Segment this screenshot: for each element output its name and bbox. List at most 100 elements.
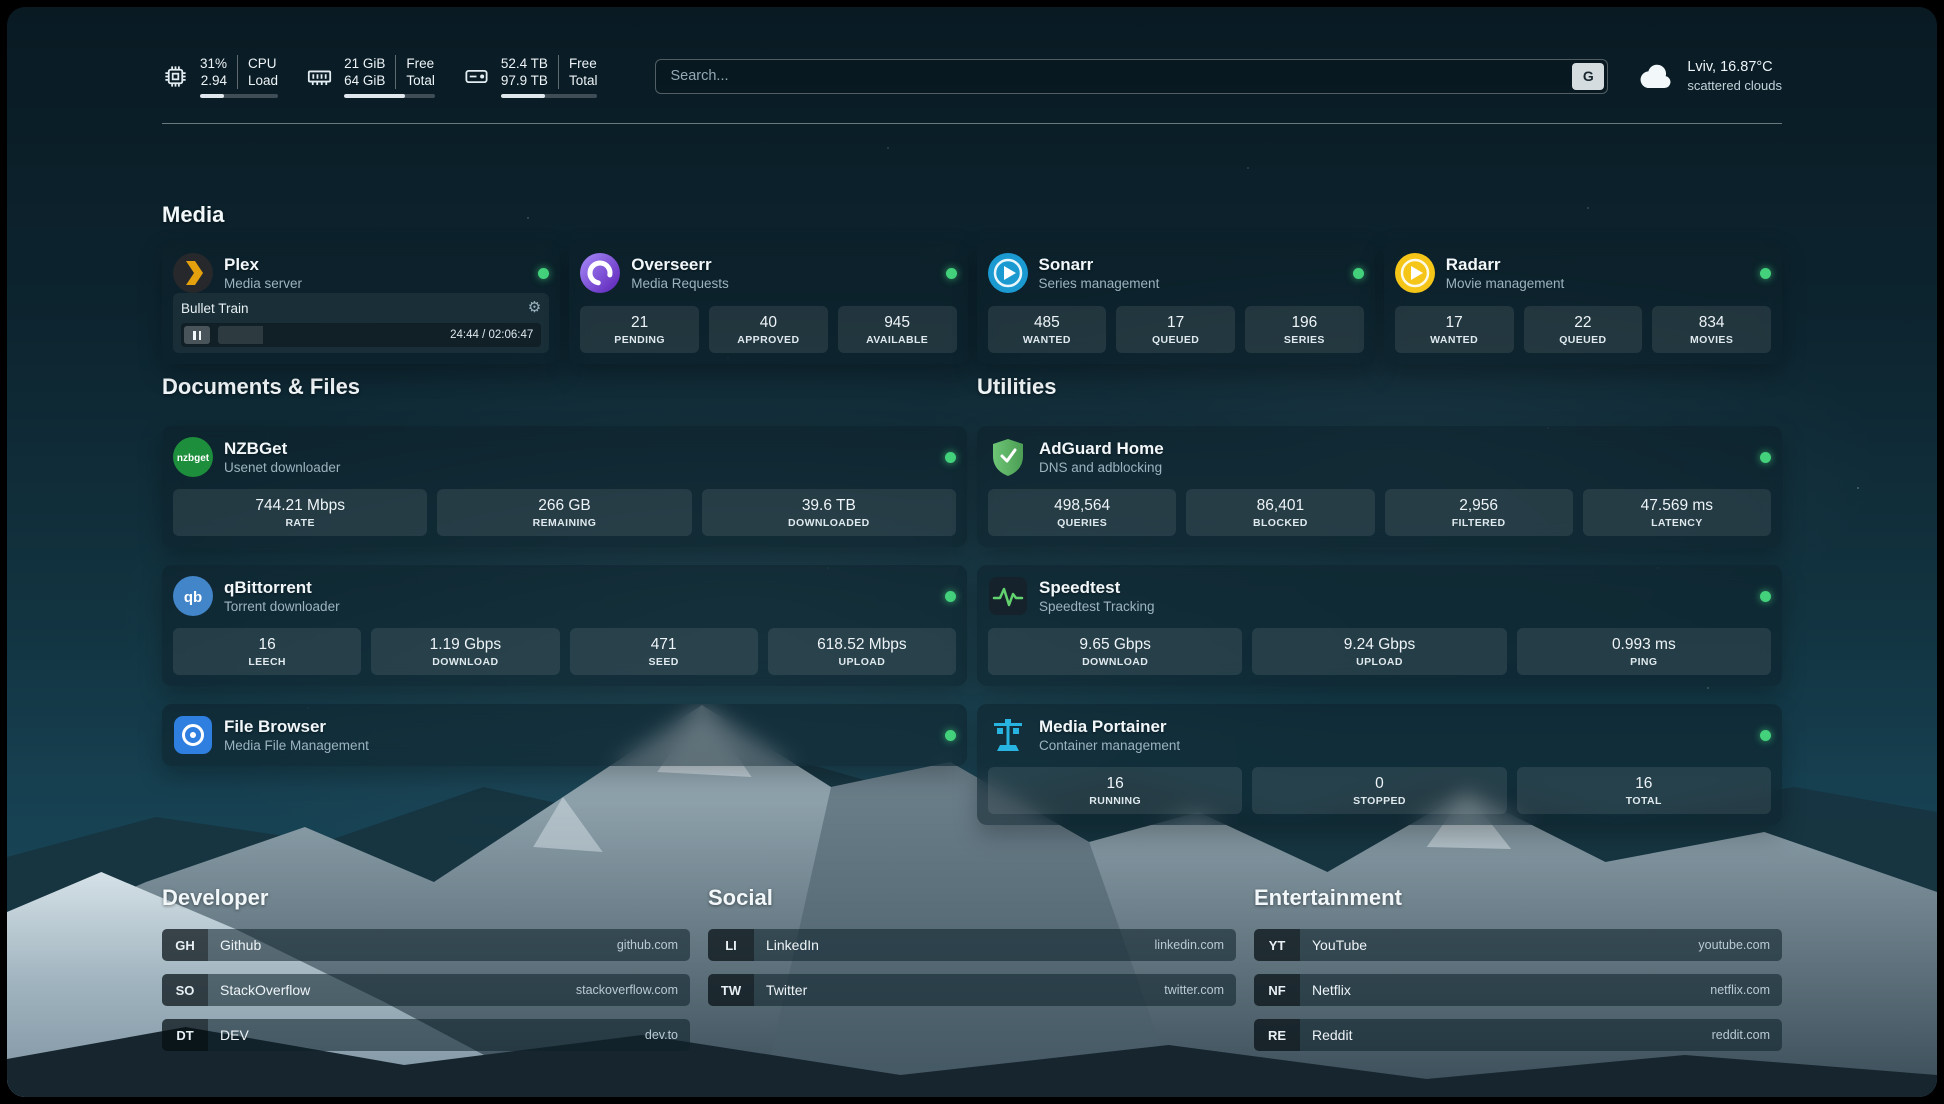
disk-total-value: 97.9 TB <box>501 72 548 89</box>
bookmark-name: DEV <box>208 1019 249 1051</box>
stat-tile: 40 APPROVED <box>709 306 828 353</box>
service-desc: Usenet downloader <box>224 459 340 476</box>
search-bar: G <box>655 59 1608 94</box>
bookmark-twitter[interactable]: TW Twitter twitter.com <box>708 974 1236 1006</box>
divider <box>237 55 238 89</box>
service-name: Radarr <box>1446 254 1565 275</box>
filebrowser-card[interactable]: File Browser Media File Management <box>162 704 967 766</box>
disk-free-value: 52.4 TB <box>501 55 548 72</box>
weather-condition: scattered clouds <box>1687 77 1782 94</box>
bookmark-github[interactable]: GH Github github.com <box>162 929 690 961</box>
stat-value: 945 <box>884 314 910 332</box>
memory-usage-bar <box>344 94 435 98</box>
stat-label: AVAILABLE <box>866 334 928 346</box>
service-name: qBittorrent <box>224 577 340 598</box>
stat-tile: 485 WANTED <box>988 306 1107 353</box>
stat-label: STOPPED <box>1353 795 1406 807</box>
playback-progress-fill <box>218 326 263 344</box>
bookmark-reddit[interactable]: RE Reddit reddit.com <box>1254 1019 1782 1051</box>
bookmark-stackoverflow[interactable]: SO StackOverflow stackoverflow.com <box>162 974 690 1006</box>
stat-value: 40 <box>760 314 777 332</box>
bookmark-name: Reddit <box>1300 1019 1352 1051</box>
stat-label: PING <box>1630 656 1657 668</box>
service-name: Media Portainer <box>1039 716 1180 737</box>
service-desc: Container management <box>1039 737 1180 754</box>
disk-usage-bar <box>501 94 598 98</box>
adguard-icon <box>988 437 1028 477</box>
bookmark-domain: youtube.com <box>1698 929 1782 961</box>
status-dot <box>945 452 956 463</box>
stat-value: 834 <box>1699 314 1725 332</box>
bookmark-domain: twitter.com <box>1164 974 1236 1006</box>
sonarr-icon <box>988 253 1028 293</box>
stat-tile: 17 QUEUED <box>1116 306 1235 353</box>
service-desc: Torrent downloader <box>224 598 340 615</box>
search-provider-button[interactable]: G <box>1572 63 1604 90</box>
stat-tile: 22 QUEUED <box>1524 306 1643 353</box>
radarr-card[interactable]: Radarr Movie management 17 WANTED 22 QUE… <box>1384 242 1782 364</box>
weather-location: Lviv, 16.87°C <box>1687 58 1782 77</box>
bookmark-abbr: NF <box>1254 974 1300 1006</box>
now-playing-widget: Bullet Train ⚙ 24:44 / 02:06:47 <box>173 293 549 353</box>
service-desc: Movie management <box>1446 275 1565 292</box>
section-title-media: Media <box>162 202 1782 228</box>
bookmark-linkedin[interactable]: LI LinkedIn linkedin.com <box>708 929 1236 961</box>
bookmark-abbr: GH <box>162 929 208 961</box>
playback-progress-bar[interactable] <box>218 326 442 344</box>
stat-tile: 16 RUNNING <box>988 767 1242 814</box>
speedtest-card[interactable]: Speedtest Speedtest Tracking 9.65 Gbps D… <box>977 565 1782 686</box>
stat-label: DOWNLOAD <box>1082 656 1148 668</box>
nzbget-card[interactable]: nzbget NZBGet Usenet downloader 744.21 M… <box>162 426 967 547</box>
bookmark-domain: reddit.com <box>1712 1019 1782 1051</box>
stat-label: TOTAL <box>1626 795 1662 807</box>
portainer-card[interactable]: Media Portainer Container management 16 … <box>977 704 1782 825</box>
bookmark-name: Twitter <box>754 974 807 1006</box>
disk-stats: 52.4 TB 97.9 TB Free Total <box>501 55 598 98</box>
disk-widget: 52.4 TB 97.9 TB Free Total <box>463 55 598 98</box>
cpu-usage-bar <box>200 94 278 98</box>
stat-label: WANTED <box>1430 334 1478 346</box>
status-dot <box>945 591 956 602</box>
adguard-card[interactable]: AdGuard Home DNS and adblocking 498,564 … <box>977 426 1782 547</box>
stat-tile: 266 GB REMAINING <box>437 489 691 536</box>
pause-button[interactable] <box>184 326 210 344</box>
bookmark-abbr: YT <box>1254 929 1300 961</box>
status-dot <box>945 730 956 741</box>
stat-label: UPLOAD <box>839 656 886 668</box>
stat-value: 0.993 ms <box>1612 636 1676 654</box>
bookmark-abbr: LI <box>708 929 754 961</box>
bookmark-youtube[interactable]: YT YouTube youtube.com <box>1254 929 1782 961</box>
disk-usage-bar-fill <box>501 94 545 98</box>
overseerr-card[interactable]: Overseerr Media Requests 21 PENDING 40 A… <box>569 242 967 364</box>
search-input[interactable] <box>655 59 1608 94</box>
stat-value: 744.21 Mbps <box>255 497 345 515</box>
service-name: File Browser <box>224 716 369 737</box>
bookmark-name: LinkedIn <box>754 929 819 961</box>
section-title-entertainment: Entertainment <box>1254 885 1782 911</box>
stat-label: QUERIES <box>1057 517 1107 529</box>
radarr-icon <box>1395 253 1435 293</box>
stat-label: RUNNING <box>1089 795 1141 807</box>
qbittorrent-card[interactable]: qb qBittorrent Torrent downloader 16 LEE… <box>162 565 967 686</box>
gear-icon[interactable]: ⚙ <box>528 299 541 317</box>
plex-icon <box>173 253 213 293</box>
bookmark-abbr: TW <box>708 974 754 1006</box>
bookmark-dev[interactable]: DT DEV dev.to <box>162 1019 690 1051</box>
svg-text:nzbget: nzbget <box>177 453 210 464</box>
stat-value: 47.569 ms <box>1641 497 1713 515</box>
nzbget-icon: nzbget <box>173 437 213 477</box>
portainer-icon <box>988 715 1028 755</box>
stat-value: 266 GB <box>538 497 591 515</box>
snow-specks <box>7 7 9 9</box>
plex-card[interactable]: Plex Media server Bullet Train ⚙ <box>162 242 560 364</box>
stat-label: DOWNLOAD <box>432 656 498 668</box>
stat-tile: 0.993 ms PING <box>1517 628 1771 675</box>
stat-label: RATE <box>285 517 314 529</box>
stat-label: SEED <box>649 656 679 668</box>
sonarr-card[interactable]: Sonarr Series management 485 WANTED 17 Q… <box>977 242 1375 364</box>
cpu-stats: 31% 2.94 CPU Load <box>200 55 278 98</box>
cpu-load-value: 2.94 <box>201 72 227 89</box>
bookmark-netflix[interactable]: NF Netflix netflix.com <box>1254 974 1782 1006</box>
service-desc: Series management <box>1039 275 1160 292</box>
service-desc: Media server <box>224 275 302 292</box>
